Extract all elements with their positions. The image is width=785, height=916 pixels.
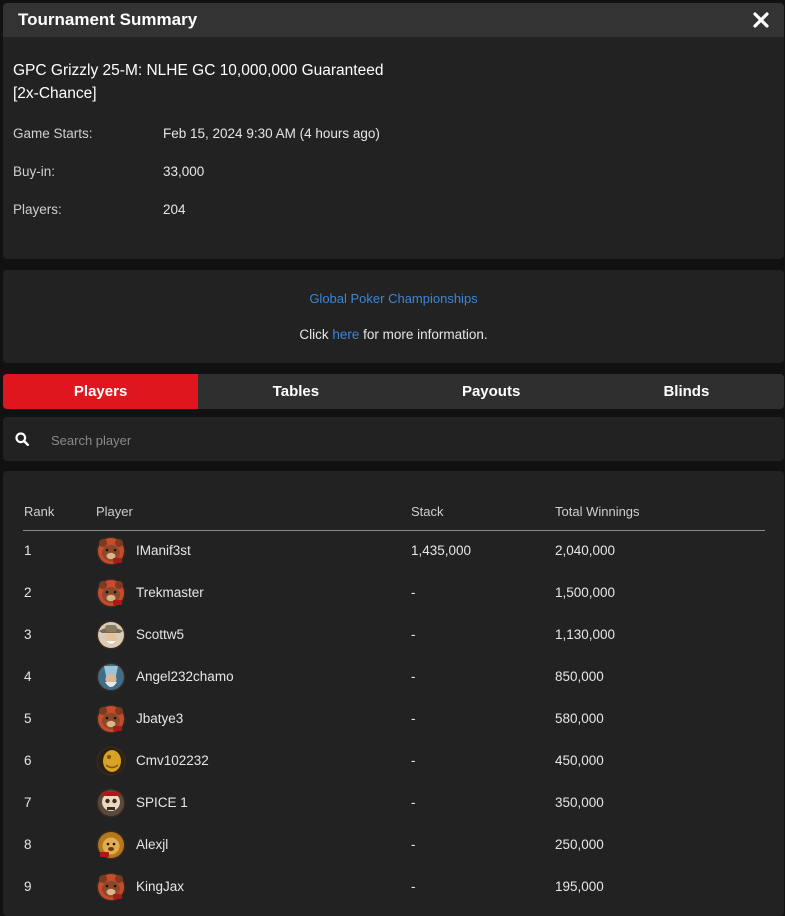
avatar bbox=[96, 620, 126, 650]
rank-cell: 9 bbox=[24, 879, 32, 894]
tab-players[interactable]: Players bbox=[3, 374, 199, 409]
rank-cell: 8 bbox=[24, 837, 32, 852]
avatar bbox=[96, 872, 126, 902]
rank-cell: 5 bbox=[24, 711, 32, 726]
player-name[interactable]: KingJax bbox=[136, 879, 184, 894]
table-row[interactable]: 4 Angel232chamo - 850,000 bbox=[3, 657, 784, 699]
stack-cell: 1,435,000 bbox=[411, 543, 472, 558]
winnings-cell: 450,000 bbox=[555, 753, 604, 768]
winnings-cell: 2,040,000 bbox=[555, 543, 616, 558]
tab-payouts[interactable]: Payouts bbox=[394, 374, 589, 409]
rank-cell: 1 bbox=[24, 543, 32, 558]
table-row[interactable]: 3 Scottw5 - 1,130,000 bbox=[3, 615, 784, 657]
avatar bbox=[96, 830, 126, 860]
stack-cell: - bbox=[411, 627, 416, 642]
winnings-cell: 850,000 bbox=[555, 669, 604, 684]
winnings-cell: 195,000 bbox=[555, 879, 604, 894]
table-row[interactable]: 9 KingJax - 195,000 bbox=[3, 867, 784, 909]
player-name[interactable]: SPICE 1 bbox=[136, 795, 188, 810]
players-label: Players: bbox=[13, 202, 62, 217]
more-info-text: Click here for more information. bbox=[3, 327, 784, 342]
search-input[interactable] bbox=[49, 427, 753, 453]
tournament-info-panel: GPC Grizzly 25-M: NLHE GC 10,000,000 Gua… bbox=[3, 37, 784, 259]
stack-cell: - bbox=[411, 585, 416, 600]
player-name[interactable]: Jbatye3 bbox=[136, 711, 183, 726]
header-stack: Stack bbox=[411, 504, 444, 519]
summary-header: Tournament Summary bbox=[3, 3, 784, 37]
header-player: Player bbox=[96, 504, 133, 519]
more-info-suffix: for more information. bbox=[359, 327, 488, 342]
winnings-cell: 1,130,000 bbox=[555, 627, 616, 642]
rank-cell: 2 bbox=[24, 585, 32, 600]
stack-cell: - bbox=[411, 669, 416, 684]
winnings-cell: 350,000 bbox=[555, 795, 604, 810]
avatar bbox=[96, 704, 126, 734]
player-name[interactable]: Alexjl bbox=[136, 837, 168, 852]
avatar bbox=[96, 578, 126, 608]
stack-cell: - bbox=[411, 837, 416, 852]
tab-blinds[interactable]: Blinds bbox=[589, 374, 784, 409]
game-starts-value: Feb 15, 2024 9:30 AM (4 hours ago) bbox=[163, 126, 380, 141]
table-row[interactable]: 7 SPICE 1 - 350,000 bbox=[3, 783, 784, 825]
avatar bbox=[96, 662, 126, 692]
table-row[interactable]: 6 Cmv102232 - 450,000 bbox=[3, 741, 784, 783]
search-bar bbox=[3, 417, 784, 461]
buy-in-value: 33,000 bbox=[163, 164, 205, 179]
players-value: 204 bbox=[163, 202, 186, 217]
here-link[interactable]: here bbox=[332, 327, 359, 342]
table-row[interactable]: 5 Jbatye3 - 580,000 bbox=[3, 699, 784, 741]
winnings-cell: 580,000 bbox=[555, 711, 604, 726]
player-name[interactable]: Scottw5 bbox=[136, 627, 184, 642]
players-table: Rank Player Stack Total Winnings 1 IManif… bbox=[3, 471, 784, 916]
tab-tables[interactable]: Tables bbox=[198, 374, 393, 409]
avatar bbox=[96, 788, 126, 818]
rank-cell: 6 bbox=[24, 753, 32, 768]
tab-bar: Players Tables Payouts Blinds bbox=[3, 374, 784, 409]
rank-cell: 3 bbox=[24, 627, 32, 642]
game-starts-label: Game Starts: bbox=[13, 126, 93, 141]
tournament-name: GPC Grizzly 25-M: NLHE GC 10,000,000 Gua… bbox=[13, 59, 383, 105]
winnings-cell: 1,500,000 bbox=[555, 585, 616, 600]
tournament-name-line1: GPC Grizzly 25-M: NLHE GC 10,000,000 Gua… bbox=[13, 62, 384, 79]
player-name[interactable]: Cmv102232 bbox=[136, 753, 209, 768]
close-icon[interactable] bbox=[752, 11, 770, 29]
search-icon bbox=[15, 432, 29, 446]
player-name[interactable]: Angel232chamo bbox=[136, 669, 234, 684]
header-rank: Rank bbox=[24, 504, 55, 519]
stack-cell: - bbox=[411, 753, 416, 768]
table-row[interactable]: 1 IManif3st 1,435,000 2,040,000 bbox=[3, 531, 784, 573]
page-title: Tournament Summary bbox=[18, 10, 198, 29]
buy-in-label: Buy-in: bbox=[13, 164, 56, 179]
table-row[interactable]: 8 Alexjl - 250,000 bbox=[3, 825, 784, 867]
more-info-prefix: Click bbox=[299, 327, 333, 342]
rank-cell: 7 bbox=[24, 795, 32, 810]
header-total-winnings: Total Winnings bbox=[555, 504, 640, 519]
championships-link[interactable]: Global Poker Championships bbox=[3, 291, 784, 306]
player-name[interactable]: IManif3st bbox=[136, 543, 191, 558]
avatar bbox=[96, 536, 126, 566]
tournament-name-line2: [2x-Chance] bbox=[13, 85, 97, 102]
avatar bbox=[96, 746, 126, 776]
promo-panel: Global Poker Championships Click here fo… bbox=[3, 270, 784, 363]
player-name[interactable]: Trekmaster bbox=[136, 585, 204, 600]
rank-cell: 4 bbox=[24, 669, 32, 684]
winnings-cell: 250,000 bbox=[555, 837, 604, 852]
table-row[interactable]: 2 Trekmaster - 1,500,000 bbox=[3, 573, 784, 615]
stack-cell: - bbox=[411, 879, 416, 894]
stack-cell: - bbox=[411, 795, 416, 810]
stack-cell: - bbox=[411, 711, 416, 726]
